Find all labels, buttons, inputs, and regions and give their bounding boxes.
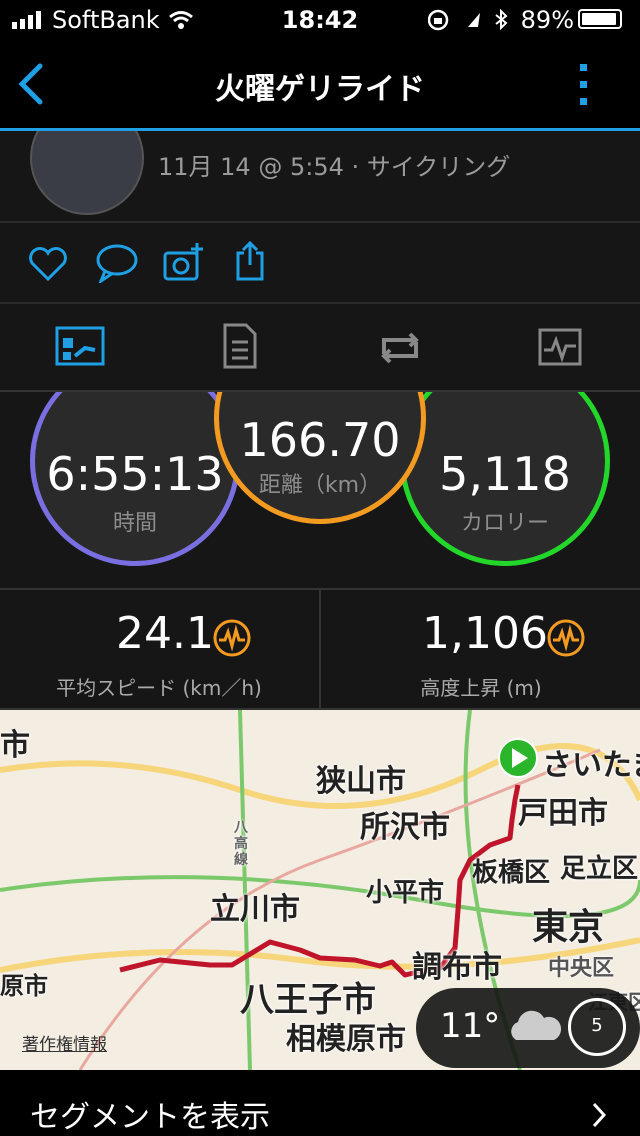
action-row [0,223,640,303]
map-label: 東京 [532,907,605,948]
tab-overview[interactable] [0,304,160,394]
map-label: 戸田市 [518,796,608,831]
segments-label: セグメントを表示 [30,1100,270,1135]
like-icon[interactable] [28,245,68,281]
battery-percent: 89% [520,6,574,34]
map-label: 狭山市 [316,764,406,799]
overview-icon [55,326,105,366]
insight-icon[interactable] [546,618,586,658]
chart-icon [538,328,582,366]
calories-value: 5,118 [439,447,571,501]
map-label: 板橋区 [472,858,551,888]
calories-ring: 5,118 カロリー [400,392,610,566]
document-icon [223,323,257,369]
avatar[interactable] [30,131,144,215]
distance-label: 距離（km） [258,473,382,498]
map-copyright-link[interactable]: 著作権情報 [22,1030,107,1055]
map-label: さいたま [542,748,640,783]
map-label: 市 [0,728,30,763]
elevation-value: 1,106 [422,608,548,659]
cloud-icon [511,1010,562,1040]
weather-temp: 11° [440,1006,501,1046]
summary-section: 6:55:13 時間 5,118 カロリー 166.70 距離（km） [0,392,640,588]
map-label: 足立区 [560,854,639,884]
map-label: 原市 [0,972,48,1000]
wind-speed: 5 [591,1015,603,1036]
tab-details[interactable] [160,304,320,390]
time-ring: 6:55:13 時間 [30,392,240,566]
more-menu-icon[interactable] [576,62,592,108]
time-value: 6:55:13 [46,447,224,501]
stats-row: 24.1 平均スピード (km／h) 1,106 高度上昇 (m) [0,590,640,708]
activity-header: 11月 14 @ 5:54 · サイクリング [0,131,640,221]
tab-laps[interactable] [320,304,480,390]
map-label: 小平市 [366,878,445,908]
nav-bar: 火曜ゲリライド [0,40,640,131]
battery-icon [578,9,622,29]
map-label: 中央区 [548,956,615,981]
divider [319,590,321,708]
status-bar: SoftBank 18:42 89% [0,0,640,40]
map-label: 調布市 [412,950,502,985]
page-title: 火曜ゲリライド [215,72,425,107]
avg-speed-label: 平均スピード (km／h) [56,676,262,700]
activity-meta: 11月 14 @ 5:54 · サイクリング [158,153,511,181]
time-label: 時間 [112,511,157,536]
calories-label: カロリー [460,511,549,536]
weather-badge[interactable]: 11° 5 [416,988,640,1068]
chevron-right-icon [592,1102,607,1128]
comment-icon[interactable] [95,243,139,283]
add-photo-icon[interactable] [162,241,206,283]
tab-charts[interactable] [480,304,640,390]
route-map[interactable]: 市 狭山市 所沢市 さいたま 戸田市 板橋区 足立区 小平市 立川市 東京 調布… [0,710,640,1070]
map-label: 立川市 [210,892,300,927]
wind-icon: 5 [568,998,626,1056]
insight-icon[interactable] [212,618,252,658]
segments-row[interactable]: セグメントを表示 [0,1070,640,1136]
map-label: 所沢市 [360,810,450,845]
elevation-label: 高度上昇 (m) [420,676,542,700]
status-icons [428,9,508,31]
avg-speed-value: 24.1 [116,608,214,659]
distance-ring: 166.70 距離（km） [214,392,426,524]
map-label: 相模原市 [286,1022,406,1057]
distance-value: 166.70 [239,413,401,467]
map-label: 八高線 [234,820,248,868]
share-icon[interactable] [234,239,266,283]
repeat-icon [381,332,419,364]
